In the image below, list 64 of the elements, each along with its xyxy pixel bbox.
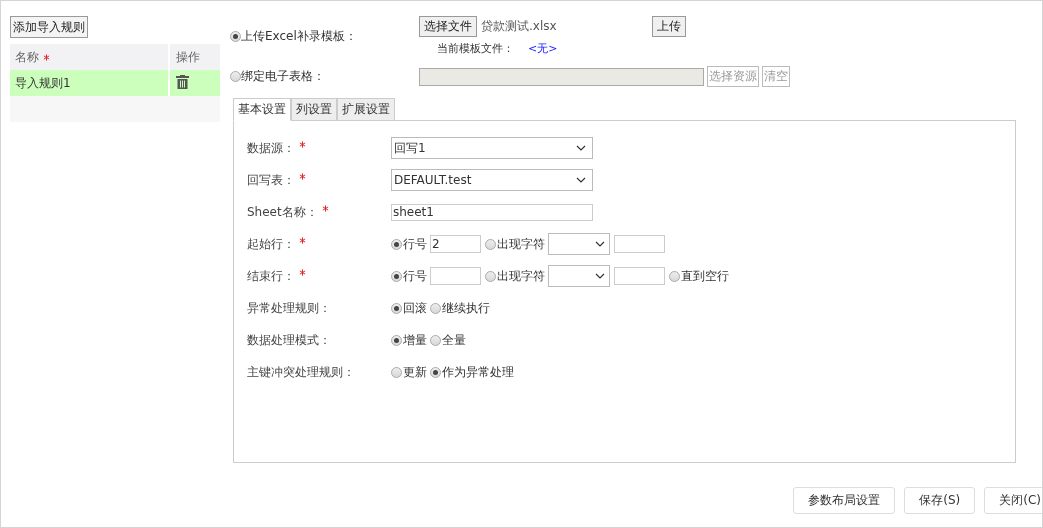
file-name: 贷款测试.xlsx bbox=[481, 18, 557, 35]
chevron-down-icon bbox=[595, 273, 605, 279]
trash-icon[interactable] bbox=[176, 74, 189, 89]
tab[interactable]: 列设置 bbox=[291, 98, 337, 121]
current-template-label: 当前模板文件： bbox=[437, 41, 514, 56]
input-field[interactable]: sheet1 bbox=[391, 203, 593, 221]
radio-label: 行号 bbox=[403, 267, 427, 285]
radio-button[interactable] bbox=[230, 30, 241, 42]
input-field[interactable]: 2 bbox=[430, 235, 481, 253]
chevron-down-icon bbox=[576, 177, 586, 183]
column-header: 名称 bbox=[15, 48, 39, 66]
field-label: 结束行： bbox=[247, 268, 295, 283]
field-label: 回写表： bbox=[247, 172, 295, 187]
radio-label: 增量 bbox=[403, 331, 427, 349]
choose-file-button[interactable]: 选择文件 bbox=[419, 16, 477, 37]
footer-button[interactable]: 关闭(C) bbox=[984, 487, 1042, 514]
radio-button[interactable] bbox=[391, 334, 402, 346]
radio-label: 行号 bbox=[403, 235, 427, 253]
radio-button[interactable] bbox=[230, 71, 241, 82]
radio-button[interactable] bbox=[430, 366, 441, 378]
radio-label: 绑定电子表格： bbox=[241, 68, 325, 85]
radio-button[interactable] bbox=[485, 238, 496, 250]
radio-button[interactable] bbox=[430, 302, 441, 314]
field-label: 数据源： bbox=[247, 140, 295, 155]
radio-label: 全量 bbox=[442, 331, 466, 349]
radio-label: 上传Excel补录模板： bbox=[241, 27, 357, 45]
radio-label: 作为异常处理 bbox=[442, 363, 514, 381]
field-label: 数据处理模式： bbox=[247, 332, 331, 347]
footer-button[interactable]: 保存(S) bbox=[904, 487, 976, 514]
input-field[interactable] bbox=[614, 267, 665, 285]
dropdown[interactable]: 回写1 bbox=[391, 137, 593, 159]
radio-button[interactable] bbox=[391, 238, 402, 250]
radio-button[interactable] bbox=[391, 366, 402, 378]
column-header: 操作 bbox=[176, 49, 200, 64]
radio-label: 出现字符 bbox=[497, 235, 545, 253]
radio-label: 继续执行 bbox=[442, 299, 490, 317]
field-label: Sheet名称： bbox=[247, 204, 318, 219]
tab[interactable]: 扩展设置 bbox=[337, 98, 395, 121]
tab[interactable]: 基本设置 bbox=[233, 98, 291, 121]
field-label: 异常处理规则： bbox=[247, 300, 331, 315]
chevron-down-icon bbox=[595, 241, 605, 247]
input-field[interactable] bbox=[430, 267, 481, 285]
radio-button[interactable] bbox=[669, 270, 680, 282]
table-cell: 导入规则1 bbox=[10, 70, 170, 96]
radio-button[interactable] bbox=[485, 270, 496, 282]
upload-button[interactable]: 上传 bbox=[652, 16, 686, 37]
field-label: 主键冲突处理规则： bbox=[247, 364, 355, 379]
rule-row[interactable]: 导入规则1 bbox=[10, 70, 220, 96]
radio-button[interactable] bbox=[430, 334, 441, 346]
radio-button[interactable] bbox=[391, 270, 402, 282]
radio-button[interactable] bbox=[391, 302, 402, 314]
radio-label: 直到空行 bbox=[681, 267, 729, 285]
dropdown[interactable]: DEFAULT.test bbox=[391, 169, 593, 191]
dropdown[interactable] bbox=[548, 265, 610, 287]
radio-label: 回滚 bbox=[403, 299, 427, 317]
field-label: 起始行： bbox=[247, 236, 295, 251]
input-field[interactable] bbox=[614, 235, 665, 253]
current-template-value: <无> bbox=[528, 41, 558, 56]
dropdown[interactable] bbox=[548, 233, 610, 255]
footer-button[interactable]: 参数布局设置 bbox=[793, 487, 896, 514]
radio-label: 出现字符 bbox=[497, 267, 545, 285]
chevron-down-icon bbox=[576, 145, 586, 151]
add-rule-button[interactable]: 添加导入规则 bbox=[10, 16, 88, 38]
radio-label: 更新 bbox=[403, 363, 427, 381]
